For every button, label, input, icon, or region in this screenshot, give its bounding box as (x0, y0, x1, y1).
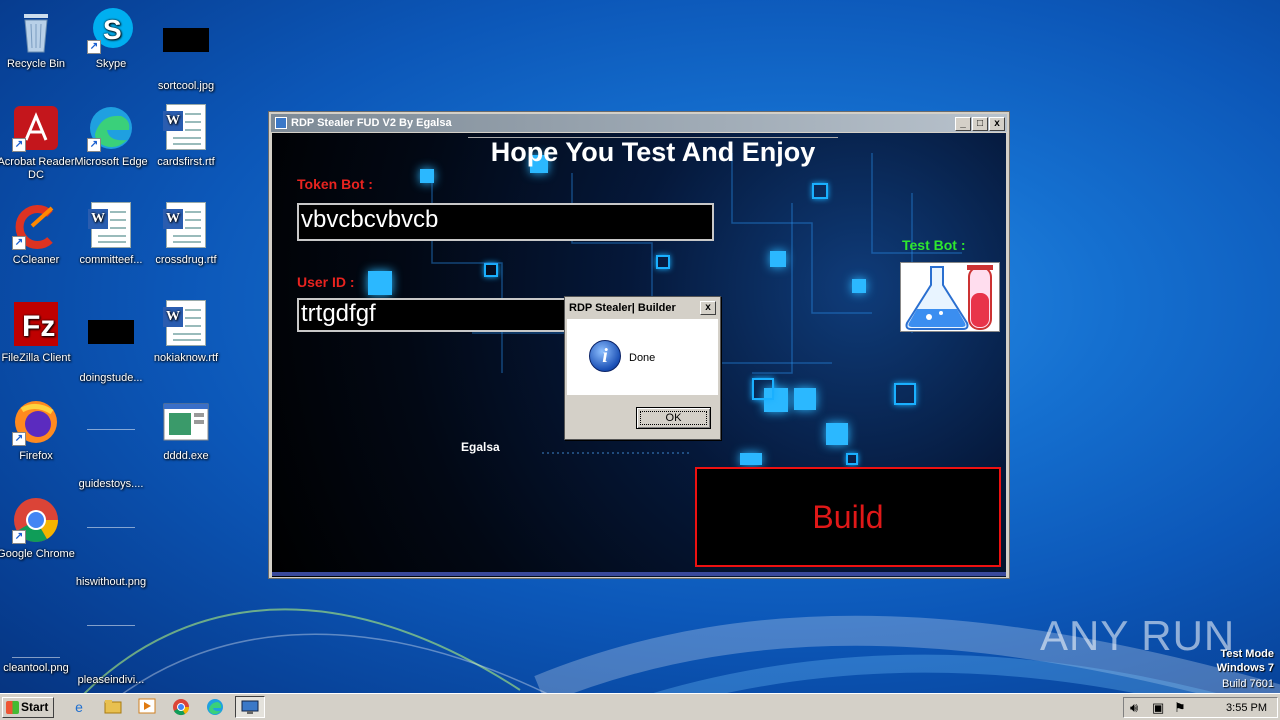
dialog-title: RDP Stealer| Builder (569, 302, 676, 314)
anyrun-watermark: ANY RUN (1040, 612, 1236, 659)
word-document-icon: W (162, 300, 210, 348)
shortcut-arrow-icon: ↗ (87, 40, 101, 54)
minimize-button[interactable]: _ (955, 117, 971, 131)
flask-icon (905, 265, 993, 330)
windows-version-text: Windows 7 (1216, 662, 1274, 674)
skype-icon: S ↗ (87, 6, 135, 54)
desktop-icon-dddd-exe[interactable]: dddd.exe (143, 398, 229, 463)
start-button[interactable]: Start (2, 697, 54, 718)
dialog-titlebar[interactable]: RDP Stealer| Builder x (567, 299, 718, 317)
desktop-icon-nokiaknow[interactable]: W nokiaknow.rtf (143, 300, 229, 365)
recycle-bin-icon (12, 6, 60, 54)
chrome-icon: ↗ (12, 496, 60, 544)
word-document-icon: W (87, 202, 135, 250)
dialog-close-button[interactable]: x (700, 301, 716, 315)
clock[interactable]: 3:55 PM (1226, 701, 1267, 716)
test-mode-text: Test Mode (1220, 648, 1274, 660)
maximize-button[interactable]: □ (972, 117, 988, 131)
svg-text:S: S (103, 14, 122, 45)
edge-icon: ↗ (87, 104, 135, 152)
system-tray: 🔊︎ ▣ ⚑ 3:55 PM (1123, 697, 1278, 718)
shortcut-arrow-icon: ↗ (87, 138, 101, 152)
black-thumbnail-icon (87, 320, 135, 368)
info-icon: i (589, 340, 621, 372)
builder-dialog: RDP Stealer| Builder x i Done OK (564, 296, 721, 440)
rdp-stealer-taskbar-button[interactable] (235, 696, 265, 718)
app-icon (275, 117, 287, 129)
window-title: RDP Stealer FUD V2 By Egalsa (291, 117, 452, 129)
word-document-icon: W (162, 202, 210, 250)
desktop-icon-committeef[interactable]: W committeef... (68, 202, 154, 267)
ie-icon[interactable]: e (69, 698, 89, 716)
volume-icon[interactable]: 🔊︎ (1130, 700, 1138, 716)
acrobat-icon: ↗ (12, 104, 60, 152)
token-bot-label: Token Bot : (297, 176, 373, 192)
file-explorer-icon[interactable] (103, 698, 123, 716)
dialog-message: Done (629, 352, 656, 364)
user-id-input[interactable]: trtgdfgf (297, 298, 577, 332)
desktop-icon-cardsfirst[interactable]: W cardsfirst.rtf (143, 104, 229, 169)
windows-logo-icon (6, 701, 19, 714)
desktop-icon-skype[interactable]: S ↗ Skype (68, 6, 154, 71)
ccleaner-icon: ↗ (12, 202, 60, 250)
image-file-icon (12, 610, 60, 658)
desktop-icon-crossdrug[interactable]: W crossdrug.rtf (143, 202, 229, 267)
chrome-taskbar-icon[interactable] (171, 698, 191, 716)
shortcut-arrow-icon: ↗ (12, 138, 26, 152)
desktop-icon-edge[interactable]: ↗ Microsoft Edge (68, 104, 154, 169)
shortcut-arrow-icon: ↗ (12, 530, 26, 544)
shortcut-arrow-icon: ↗ (12, 432, 26, 446)
edge-taskbar-icon[interactable] (205, 698, 225, 716)
firefox-icon: ↗ (12, 398, 60, 446)
executable-icon (162, 398, 210, 446)
desktop-icon-pleaseindivi[interactable]: pleaseindivi... (68, 594, 154, 687)
image-file-icon (87, 524, 135, 572)
network-icon[interactable]: ▣ (1152, 700, 1164, 716)
window-titlebar[interactable]: RDP Stealer FUD V2 By Egalsa _ □ x (271, 114, 1007, 132)
app-heading: Hope You Test And Enjoy (468, 137, 838, 166)
svg-text:Fz: Fz (22, 310, 55, 343)
build-button[interactable]: Build (695, 467, 1001, 567)
ok-button[interactable]: OK (636, 407, 711, 429)
shortcut-arrow-icon: ↗ (12, 236, 26, 250)
black-thumbnail-icon (162, 28, 210, 76)
author-label: Egalsa (461, 440, 500, 454)
user-id-label: User ID : (297, 274, 355, 290)
dialog-body: i Done (567, 319, 718, 395)
test-bot-button[interactable] (900, 262, 1000, 332)
media-player-icon[interactable] (137, 698, 157, 716)
build-number-text: Build 7601 (1222, 678, 1274, 690)
image-file-icon (87, 426, 135, 474)
start-label: Start (21, 700, 49, 714)
desktop-icon-guidestoys[interactable]: guidestoys.... (68, 398, 154, 491)
word-document-icon: W (162, 104, 210, 152)
desktop-icon-hiswithout[interactable]: hiswithout.png (68, 496, 154, 589)
token-bot-input[interactable]: vbvcbcvbvcb (297, 203, 714, 241)
test-bot-label: Test Bot : (902, 237, 966, 253)
desktop-icon-sortcool[interactable]: sortcool.jpg (143, 6, 229, 93)
window-bottom-strip (272, 572, 1006, 576)
close-button[interactable]: x (989, 117, 1005, 131)
action-center-flag-icon[interactable]: ⚑ (1174, 700, 1186, 716)
image-file-icon (87, 622, 135, 670)
desktop-icon-doingstude[interactable]: doingstude... (68, 300, 154, 385)
filezilla-icon: Fz (12, 300, 60, 348)
taskbar: Start e 🔊︎ ▣ ⚑ 3:55 PM (0, 693, 1280, 720)
